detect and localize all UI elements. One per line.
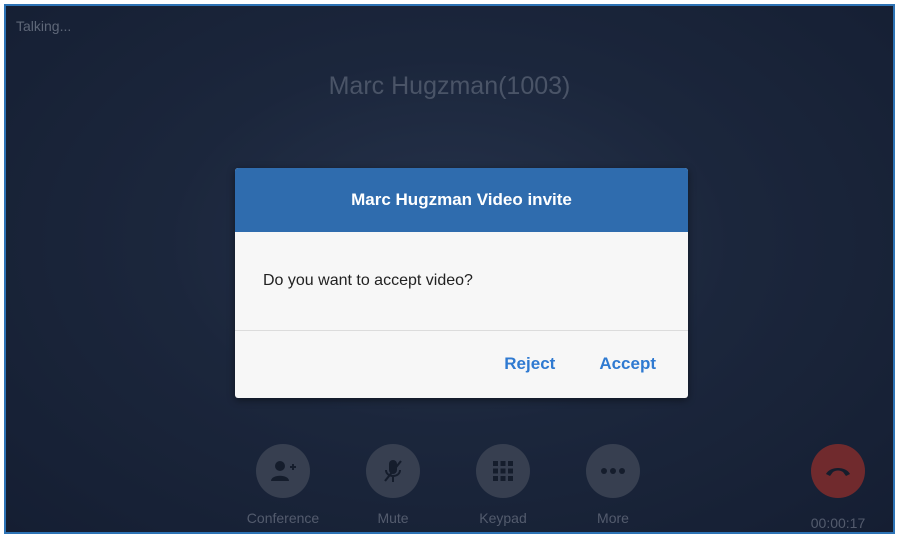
dialog-message: Do you want to accept video? xyxy=(263,272,473,289)
video-invite-dialog: Marc Hugzman Video invite Do you want to… xyxy=(235,168,688,398)
reject-button[interactable]: Reject xyxy=(504,354,555,374)
dialog-title: Marc Hugzman Video invite xyxy=(235,168,688,232)
accept-button[interactable]: Accept xyxy=(599,354,656,374)
call-screen: Talking... Marc Hugzman(1003) Conference… xyxy=(4,4,895,534)
dialog-actions: Reject Accept xyxy=(235,331,688,397)
